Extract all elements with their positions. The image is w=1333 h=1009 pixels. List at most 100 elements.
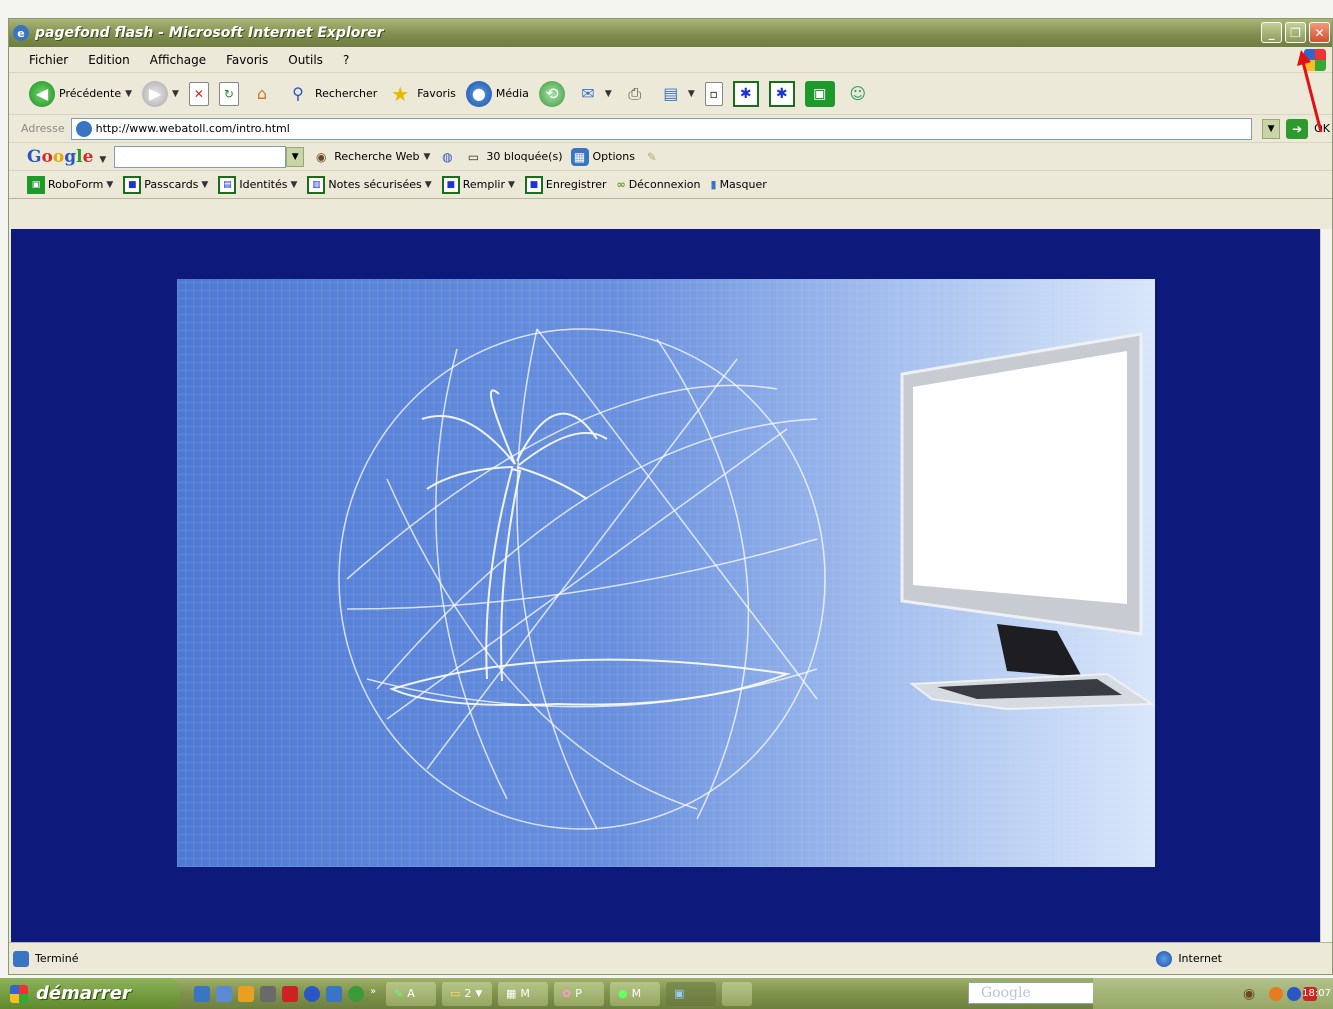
task-a[interactable]: ✎ A [386, 981, 436, 1006]
hide-button[interactable]: ▮ Masquer [711, 178, 767, 191]
secure-notes-label: Notes sécurisées [328, 178, 422, 191]
search-web-button[interactable]: ◉ Recherche Web ▼ [312, 148, 430, 166]
security-zone[interactable]: Internet [1156, 950, 1222, 967]
highlighter-icon[interactable]: ✎ [643, 148, 661, 166]
start-button[interactable]: démarrer [0, 978, 180, 1009]
google-search-dropdown-icon[interactable]: ▼ [286, 146, 305, 167]
maximize-button[interactable]: ❐ [1285, 22, 1306, 43]
taskbar: démarrer » ✎ A ▭ 2 ▼ ▦ M ✿ P ● M ▣ Google ◉ 18… [0, 978, 1333, 1009]
forward-dropdown-icon[interactable]: ▼ [172, 89, 179, 99]
logout-label: Déconnexion [628, 178, 701, 191]
windows-flag-icon [10, 984, 28, 1003]
logout-button[interactable]: ∞ Déconnexion [617, 178, 701, 191]
favorites-label: Favoris [417, 87, 456, 100]
roboform-dropdown-icon[interactable]: ▼ [106, 180, 113, 190]
search-web-dropdown-icon[interactable]: ▼ [424, 152, 431, 162]
media-globe-icon: ● [465, 80, 492, 107]
ie-icon: e [13, 25, 29, 41]
flash-banner[interactable] [177, 279, 1155, 867]
menu-help[interactable]: ? [343, 53, 349, 67]
favorites-button[interactable]: ★ Favoris [387, 81, 456, 107]
secure-notes-dropdown-icon[interactable]: ▼ [425, 180, 432, 190]
mail-button[interactable]: ✉ ▼ [575, 81, 612, 107]
folder-quicklaunch-icon[interactable] [238, 985, 254, 1002]
media-button[interactable]: ● Média [465, 80, 529, 107]
hide-icon: ▮ [710, 178, 717, 191]
menu-outils[interactable]: Outils [288, 53, 323, 67]
task-blank[interactable] [722, 981, 752, 1006]
google-logo[interactable]: Google ▼ [27, 147, 106, 167]
title-bar[interactable]: e pagefond flash - Microsoft Internet Ex… [9, 19, 1332, 47]
users-icon[interactable]: ☺ [845, 81, 871, 107]
back-arrow-icon: ◀ [29, 80, 55, 107]
roboform-fill-icon[interactable]: ✱ [732, 80, 759, 107]
start-label: démarrer [36, 983, 131, 1004]
roboform-label: RoboForm [48, 178, 104, 191]
desktop-quicklaunch-icon[interactable] [326, 985, 342, 1002]
tray-binoculars-icon[interactable]: ◉ [1243, 986, 1255, 1002]
app-quicklaunch-icon[interactable] [260, 985, 276, 1002]
fill-label: Remplir [462, 178, 505, 191]
task-2[interactable]: ▭ 2 ▼ [442, 981, 492, 1006]
passcards-dropdown-icon[interactable]: ▼ [201, 180, 208, 190]
edit-button[interactable]: ▤ ▼ [658, 81, 695, 107]
identities-menu[interactable]: ▤ Identités ▼ [218, 175, 298, 194]
refresh-icon[interactable]: ↻ [218, 81, 239, 106]
star-icon: ★ [391, 81, 410, 106]
forward-button[interactable]: ▶ ▼ [142, 80, 179, 107]
google-options-button[interactable]: ▦ Options [570, 147, 635, 166]
google-search-input[interactable] [114, 145, 287, 168]
media-label: Média [495, 87, 529, 100]
fill-dropdown-icon[interactable]: ▼ [508, 180, 515, 190]
address-dropdown-icon[interactable]: ▼ [1262, 118, 1281, 139]
mail-dropdown-icon[interactable]: ▼ [605, 89, 612, 99]
history-icon[interactable]: ⟲ [538, 80, 565, 107]
home-icon[interactable]: ⌂ [249, 81, 275, 107]
menu-fichier[interactable]: Fichier [29, 53, 68, 67]
minimize-button[interactable]: _ [1261, 22, 1282, 43]
status-text: Terminé [35, 952, 79, 965]
menu-favoris[interactable]: Favoris [226, 53, 268, 67]
clock-quicklaunch-icon[interactable] [304, 985, 320, 1002]
logout-icon: ∞ [616, 178, 626, 191]
back-dropdown-icon[interactable]: ▼ [125, 89, 132, 99]
discuss-icon[interactable]: ▫ [704, 81, 723, 106]
more-quicklaunch-icon[interactable]: » [370, 986, 380, 1002]
menu-edition[interactable]: Edition [88, 53, 130, 67]
search-button[interactable]: ⚲ Rechercher [285, 81, 377, 107]
media-quicklaunch-icon[interactable] [282, 985, 298, 1002]
globe-icon [338, 328, 826, 830]
stop-icon[interactable]: ✕ [188, 81, 209, 106]
roboform-menu[interactable]: ▣ RoboForm ▼ [27, 175, 113, 194]
passcards-menu[interactable]: ■ Passcards ▼ [123, 175, 208, 194]
task-ie-active[interactable]: ▣ [666, 981, 716, 1006]
secure-notes-menu[interactable]: ▥ Notes sécurisées ▼ [307, 175, 432, 194]
google-toolbar: Google ▼ ▼ ◉ Recherche Web ▼ ◍ ▭ 30 bloq… [9, 143, 1332, 171]
clock[interactable]: 18:07 [1302, 988, 1331, 999]
print-icon[interactable]: ⎙ [622, 81, 648, 107]
task-p[interactable]: ✿ P [554, 981, 604, 1006]
task-m1[interactable]: ▦ M [498, 981, 548, 1006]
secure-notes-icon: ▥ [307, 175, 326, 194]
save-icon: ■ [524, 175, 543, 194]
fill-menu[interactable]: ■ Remplir ▼ [441, 175, 515, 194]
vertical-scrollbar[interactable] [1320, 229, 1332, 942]
roboform-save-icon[interactable]: ✱ [768, 80, 795, 107]
browser-quicklaunch-icon[interactable] [216, 985, 232, 1002]
pagerank-icon[interactable]: ◍ [438, 148, 456, 166]
window-controls: _ ❐ ✕ [1261, 22, 1330, 43]
popup-blocker-button[interactable]: ▭ 30 bloquée(s) [464, 148, 563, 166]
messenger-icon[interactable]: ▣ [804, 80, 835, 107]
ie-quicklaunch-icon[interactable] [194, 985, 210, 1002]
tray-info-icon[interactable] [1287, 986, 1301, 1001]
identities-dropdown-icon[interactable]: ▼ [291, 180, 298, 190]
address-input[interactable]: http://www.webatoll.com/intro.html [70, 117, 1253, 140]
tray-app-icon[interactable] [1269, 986, 1283, 1001]
menu-affichage[interactable]: Affichage [150, 53, 206, 67]
close-button[interactable]: ✕ [1309, 22, 1330, 43]
save-button[interactable]: ■ Enregistrer [524, 175, 607, 194]
edit-dropdown-icon[interactable]: ▼ [688, 89, 695, 99]
task-m2[interactable]: ● M [610, 981, 660, 1006]
back-button[interactable]: ◀ Précédente ▼ [29, 80, 132, 107]
messenger-quicklaunch-icon[interactable] [348, 985, 364, 1002]
